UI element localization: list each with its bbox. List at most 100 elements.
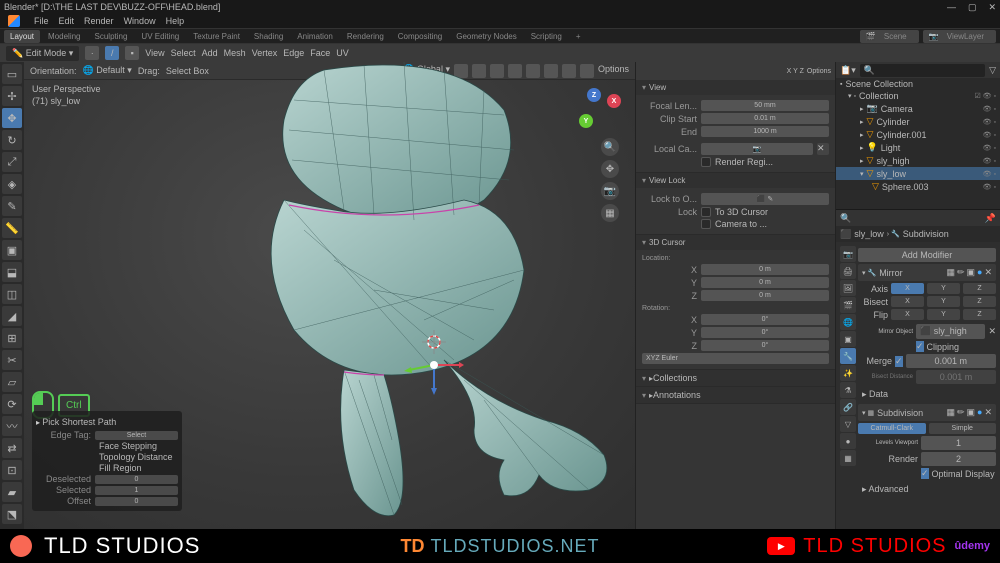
outliner-light[interactable]: ▸ 💡 Light👁 ▫ <box>836 141 1000 154</box>
viewport-3d[interactable]: Orientation: 🌐 Default ▾ Drag: Select Bo… <box>24 62 635 529</box>
select-vert-icon[interactable]: · <box>85 46 99 60</box>
axis-y-icon[interactable]: Y <box>579 114 593 128</box>
section-view[interactable]: View <box>636 80 835 95</box>
tab-rendering[interactable]: Rendering <box>341 30 390 43</box>
rot-x-field[interactable]: 0° <box>701 314 829 325</box>
axis-z-btn[interactable]: Z <box>963 283 996 294</box>
tool-move[interactable]: ✥ <box>2 108 22 128</box>
tool-measure[interactable]: 📏 <box>2 218 22 238</box>
proptab-material[interactable]: ● <box>840 433 856 449</box>
bisectdist-field[interactable]: 0.001 m <box>916 370 996 384</box>
tab-animation[interactable]: Animation <box>291 30 339 43</box>
close-icon[interactable]: ✕ <box>988 2 996 13</box>
menu-window[interactable]: Window <box>124 16 156 26</box>
tool-transform[interactable]: ◈ <box>2 174 22 194</box>
rot-z-field[interactable]: 0° <box>701 340 829 351</box>
menu-add[interactable]: Add <box>202 48 218 58</box>
axis-x-icon[interactable]: X <box>607 94 621 108</box>
section-3dcursor[interactable]: 3D Cursor <box>636 235 835 250</box>
loc-z-field[interactable]: 0 m <box>701 290 829 301</box>
menu-uv3d[interactable]: UV <box>336 48 349 58</box>
loc-y-field[interactable]: 0 m <box>701 277 829 288</box>
menu-file[interactable]: File <box>34 16 49 26</box>
proptab-world[interactable]: 🌐 <box>840 314 856 330</box>
outliner-slylow[interactable]: ▾ ▽ sly_low👁 ▫ <box>836 167 1000 180</box>
move-gizmo-icon[interactable] <box>404 335 464 395</box>
focallen-field[interactable]: 50 mm <box>701 100 829 111</box>
levelsrender-field[interactable]: 2 <box>921 452 996 466</box>
outliner-mode-icon[interactable]: 📋▾ <box>840 65 856 76</box>
levelsview-field[interactable]: 1 <box>921 436 996 450</box>
tool-annotate[interactable]: ✎ <box>2 196 22 216</box>
outliner-camera[interactable]: ▸ 📷 Camera👁 ▫ <box>836 102 1000 115</box>
proptab-texture[interactable]: ▦ <box>840 450 856 466</box>
menu-vertex[interactable]: Vertex <box>252 48 278 58</box>
tool-rotate[interactable]: ↻ <box>2 130 22 150</box>
mirrorobj-x[interactable]: ✕ <box>988 326 996 337</box>
tool-inset[interactable]: ◫ <box>2 284 22 304</box>
to3d-check[interactable] <box>701 207 711 217</box>
tab-sculpting[interactable]: Sculpting <box>89 30 134 43</box>
simple-btn[interactable]: Simple <box>929 423 997 434</box>
outliner-scene[interactable]: ▪ Scene Collection <box>836 78 1000 90</box>
props-breadcrumb2[interactable]: Subdivision <box>903 229 949 239</box>
mirrorobj-field[interactable]: ⬛ sly_high <box>916 324 985 339</box>
clipend-field[interactable]: 1000 m <box>701 126 829 137</box>
tab-uv[interactable]: UV Editing <box>135 30 185 43</box>
props-pin-icon[interactable]: 📌 <box>985 213 996 224</box>
zoom-icon[interactable]: 🔍 <box>601 138 619 156</box>
modifier-mirror-header[interactable]: ▾ 🔧 Mirror▦✏▣●✕ <box>858 264 996 281</box>
outliner-cylinder001[interactable]: ▸ ▽ Cylinder.001👁 ▫ <box>836 128 1000 141</box>
proptab-object[interactable]: ▣ <box>840 331 856 347</box>
axis-z-icon[interactable]: Z <box>587 88 601 102</box>
tool-scale[interactable]: ⤢ <box>2 152 22 172</box>
outliner-cylinder[interactable]: ▸ ▽ Cylinder👁 ▫ <box>836 115 1000 128</box>
persp-icon[interactable]: ▦ <box>601 204 619 222</box>
merge-check[interactable]: ✓ <box>895 356 903 367</box>
proptab-data[interactable]: ▽ <box>840 416 856 432</box>
localcam-field[interactable]: 📷 <box>701 143 813 155</box>
tab-shading[interactable]: Shading <box>248 30 289 43</box>
add-modifier-btn[interactable]: Add Modifier <box>858 248 996 262</box>
tab-geonodes[interactable]: Geometry Nodes <box>450 30 522 43</box>
merge-field[interactable]: 0.001 m <box>906 354 996 368</box>
proptab-physics[interactable]: ⚗ <box>840 382 856 398</box>
rotmode-field[interactable]: XYZ Euler <box>642 353 829 364</box>
tab-scripting[interactable]: Scripting <box>525 30 568 43</box>
tool-polybuild[interactable]: ▱ <box>2 372 22 392</box>
localcam-x[interactable]: ✕ <box>817 143 829 155</box>
flip-z-btn[interactable]: Z <box>963 309 996 320</box>
section-collections[interactable]: ▸ Collections <box>636 370 835 386</box>
axis-y-btn[interactable]: Y <box>927 283 960 294</box>
section-annotations[interactable]: ▸ Annotations <box>636 387 835 403</box>
props-search-icon[interactable]: 🔍 <box>840 213 851 224</box>
camerato-check[interactable] <box>701 219 711 229</box>
proptab-view[interactable]: 🖼 <box>840 280 856 296</box>
menu-edit[interactable]: Edit <box>59 16 75 26</box>
rot-y-field[interactable]: 0° <box>701 327 829 338</box>
flip-y-btn[interactable]: Y <box>927 309 960 320</box>
menu-view3d[interactable]: View <box>145 48 164 58</box>
menu-face[interactable]: Face <box>310 48 330 58</box>
tab-add[interactable]: + <box>570 30 587 43</box>
tool-rip[interactable]: ⬔ <box>2 504 22 524</box>
proptab-constraint[interactable]: 🔗 <box>840 399 856 415</box>
loc-x-field[interactable]: 0 m <box>701 264 829 275</box>
scene-selector[interactable]: 🎬 Scene <box>860 30 919 43</box>
tool-shear[interactable]: ▰ <box>2 482 22 502</box>
outliner-filter-icon[interactable]: ▽ <box>989 65 996 76</box>
proptab-render[interactable]: 📷 <box>840 246 856 262</box>
optimal-check[interactable]: ✓ <box>921 468 929 479</box>
bisect-x-btn[interactable]: X <box>891 296 924 307</box>
outliner-sphere003[interactable]: ▽ Sphere.003👁 ▫ <box>836 180 1000 193</box>
data-section[interactable]: Data <box>869 389 888 399</box>
operator-panel[interactable]: ▸ Pick Shortest Path Edge Tag:Select Fac… <box>32 411 182 511</box>
proptab-particles[interactable]: ✨ <box>840 365 856 381</box>
outliner-slyhigh[interactable]: ▸ ▽ sly_high👁 ▫ <box>836 154 1000 167</box>
tool-smooth[interactable]: 〰 <box>2 416 22 436</box>
section-viewlock[interactable]: View Lock <box>636 173 835 188</box>
proptab-modifier[interactable]: 🔧 <box>840 348 856 364</box>
tab-modeling[interactable]: Modeling <box>42 30 86 43</box>
tool-select[interactable]: ▭ <box>2 64 22 84</box>
offset-field[interactable]: 0 <box>95 497 178 506</box>
